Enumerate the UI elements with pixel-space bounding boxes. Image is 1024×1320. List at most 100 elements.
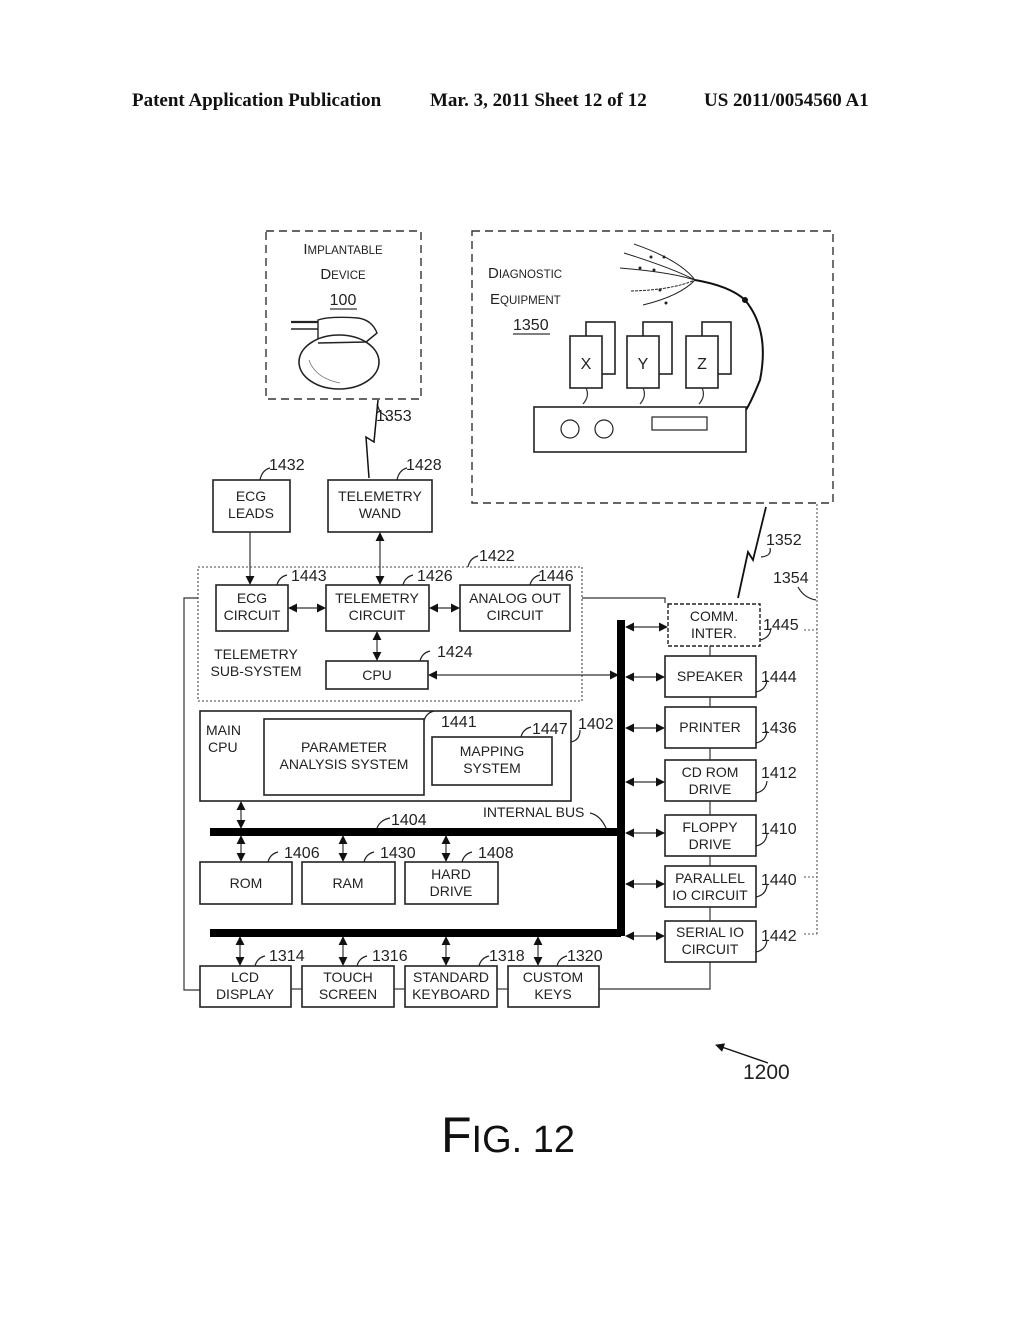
ref-1412: 1412 [761, 765, 797, 782]
svg-text:MAIN: MAIN [206, 722, 241, 738]
ref-1428: 1428 [406, 457, 442, 474]
pacemaker-icon [291, 316, 380, 390]
svg-text:SCREEN: SCREEN [319, 986, 377, 1002]
svg-text:RAM: RAM [332, 875, 363, 891]
svg-text:FLOPPY: FLOPPY [682, 819, 738, 835]
telemetry-subsystem-label-line1: TELEMETRY [214, 646, 298, 662]
standard-keyboard-block: STANDARD KEYBOARD 1318 [404, 948, 525, 1008]
diagnostic-equipment-title-line1: DIAGNOSTIC [488, 265, 562, 282]
svg-text:CIRCUIT: CIRCUIT [682, 941, 739, 957]
cd-rom-drive-block: CD ROM DRIVE 1412 [664, 759, 797, 802]
main-cpu-block: MAIN CPU 1402 PARAMETER ANALYSIS SYSTEM … [199, 710, 614, 802]
ref-1445: 1445 [763, 617, 799, 634]
ref-1408: 1408 [478, 845, 514, 862]
svg-text:INTER.: INTER. [691, 625, 737, 641]
touch-screen-block: TOUCH SCREEN 1316 [301, 948, 408, 1008]
svg-text:WAND: WAND [359, 505, 401, 521]
knob-icon [560, 419, 580, 439]
implantable-device-ref: 100 [330, 292, 357, 309]
svg-text:CIRCUIT: CIRCUIT [224, 607, 281, 623]
svg-text:CPU: CPU [362, 667, 392, 683]
svg-text:Z: Z [697, 356, 707, 373]
svg-text:PARALLEL: PARALLEL [675, 870, 745, 886]
svg-text:ECG: ECG [237, 590, 267, 606]
ref-1404: 1404 [391, 812, 427, 829]
left-loop-line [183, 597, 200, 991]
ref-1447: 1447 [532, 721, 568, 738]
svg-text:LCD: LCD [231, 969, 259, 985]
internal-bus-leader [589, 812, 607, 829]
display-slot-icon [651, 416, 708, 431]
channel-module-z: Z [685, 321, 732, 405]
svg-text:TELEMETRY: TELEMETRY [335, 590, 419, 606]
svg-text:CD ROM: CD ROM [682, 764, 739, 780]
diagnostic-equipment-group: DIAGNOSTIC EQUIPMENT 1350 X Y Z [471, 230, 834, 504]
ref-1422: 1422 [479, 548, 515, 565]
ref-1314: 1314 [269, 948, 305, 965]
ref-1426: 1426 [417, 568, 453, 585]
telemetry-subsystem-label-line2: SUB-SYSTEM [210, 663, 301, 679]
telemetry-wand-block: TELEMETRY WAND 1428 [327, 457, 442, 533]
ref-1443: 1443 [291, 568, 327, 585]
wired-link-ref-1354: 1354 [773, 570, 809, 587]
ecg-circuit-block: ECG CIRCUIT 1443 [215, 568, 327, 632]
wireless-link-ref-1353: 1353 [376, 408, 412, 425]
lcd-display-block: LCD DISPLAY 1314 [199, 948, 305, 1008]
svg-text:PARAMETER: PARAMETER [301, 739, 387, 755]
channel-module-y: Y [626, 321, 673, 405]
ref-1440: 1440 [761, 872, 797, 889]
serial-io-circuit-block: SERIAL IO CIRCUIT 1442 [664, 920, 797, 963]
telemetry-circuit-block: TELEMETRY CIRCUIT 1426 [325, 568, 453, 632]
ref-1320: 1320 [567, 948, 603, 965]
ref-1446: 1446 [538, 568, 574, 585]
svg-text:ANALYSIS SYSTEM: ANALYSIS SYSTEM [280, 756, 409, 772]
svg-text:COMM.: COMM. [690, 608, 738, 624]
implantable-device-title-line1: IMPLANTABLE [303, 241, 383, 258]
svg-text:TELEMETRY: TELEMETRY [338, 488, 422, 504]
figure-ref-1200: 1200 [743, 1061, 790, 1084]
wireless-link-1352-icon [737, 506, 767, 599]
telemetry-cpu-block: CPU 1424 [325, 644, 473, 690]
diagnostic-equipment-title-line2: EQUIPMENT [490, 291, 561, 308]
svg-text:LEADS: LEADS [228, 505, 274, 521]
diagnostic-equipment-ref: 1350 [513, 317, 549, 334]
svg-text:KEYS: KEYS [534, 986, 571, 1002]
analog-to-comm-line [582, 597, 666, 603]
svg-text:CIRCUIT: CIRCUIT [487, 607, 544, 623]
diagnostic-base-unit [533, 406, 747, 453]
svg-text:ANALOG OUT: ANALOG OUT [469, 590, 561, 606]
comm-interface-block: COMM. INTER. 1445 [667, 603, 799, 647]
ref-1430: 1430 [380, 845, 416, 862]
svg-text:MAPPING: MAPPING [460, 743, 525, 759]
ref-1402: 1402 [578, 716, 614, 733]
internal-bus-label: INTERNAL BUS [483, 804, 584, 820]
svg-text:CPU: CPU [208, 739, 238, 755]
ref-1436: 1436 [761, 720, 797, 737]
hard-drive-block: HARD DRIVE 1408 [404, 845, 514, 905]
implantable-device-group: IMPLANTABLE DEVICE 100 1353 [265, 230, 422, 479]
ref-1441: 1441 [441, 714, 477, 731]
parallel-io-circuit-block: PARALLEL IO CIRCUIT 1440 [664, 865, 797, 908]
svg-text:IO CIRCUIT: IO CIRCUIT [672, 887, 748, 903]
svg-text:SYSTEM: SYSTEM [463, 760, 521, 776]
svg-text:DISPLAY: DISPLAY [216, 986, 275, 1002]
svg-text:SERIAL IO: SERIAL IO [676, 924, 744, 940]
block-diagram: IMPLANTABLE DEVICE 100 1353 DIAGNOSTIC E… [183, 230, 834, 1163]
figure-caption: FIG. 12 [441, 1107, 575, 1163]
svg-text:SPEAKER: SPEAKER [677, 668, 743, 684]
svg-text:DRIVE: DRIVE [689, 781, 732, 797]
channel-module-x: X [569, 321, 616, 405]
leader-1354 [797, 586, 817, 601]
speaker-block: SPEAKER 1444 [664, 655, 797, 698]
implantable-device-title-line2: DEVICE [320, 266, 366, 283]
svg-text:X: X [581, 356, 592, 373]
ref-1404-leader [376, 817, 391, 829]
ref-1316: 1316 [372, 948, 408, 965]
svg-text:CIRCUIT: CIRCUIT [349, 607, 406, 623]
printer-block: PRINTER 1436 [664, 706, 797, 749]
wireless-link-ref-1352: 1352 [766, 532, 802, 549]
svg-text:DRIVE: DRIVE [430, 883, 473, 899]
ecg-leads-block: ECG LEADS 1432 [212, 457, 305, 533]
svg-text:CUSTOM: CUSTOM [523, 969, 583, 985]
ref-1318: 1318 [489, 948, 525, 965]
